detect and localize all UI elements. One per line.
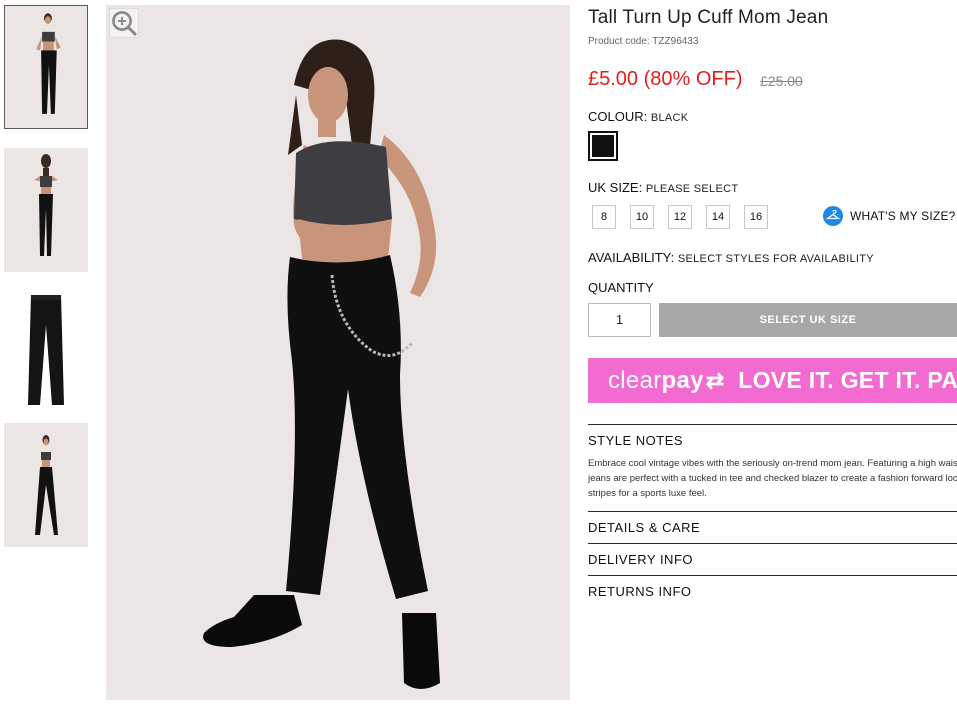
thumbnail-full[interactable] — [4, 423, 88, 547]
model-front-image — [5, 6, 87, 128]
clearpay-banner[interactable]: clearpay ⇄ LOVE IT. GET IT. PAY IT IN 4. — [588, 358, 957, 403]
returns-info-section[interactable]: RETURNS INFO — [588, 575, 957, 599]
style-notes-section: STYLE NOTES Embrace cool vintage vibes w… — [588, 424, 957, 501]
model-wearing-jeans-image — [106, 5, 570, 700]
colour-label: COLOUR: BLACK — [588, 109, 688, 124]
delivery-info-section[interactable]: DELIVERY INFO — [588, 543, 957, 567]
size-option-16[interactable]: 16 — [744, 205, 768, 229]
style-notes-body: Embrace cool vintage vibes with the seri… — [588, 456, 957, 501]
zoom-in-icon — [112, 11, 138, 37]
clearpay-logo-bold: pay — [661, 366, 704, 394]
style-notes-line: Embrace cool vintage vibes with the seri… — [588, 458, 957, 469]
details-care-heading[interactable]: DETAILS & CARE — [588, 512, 957, 535]
product-title: Tall Turn Up Cuff Mom Jean — [588, 7, 829, 28]
colour-swatch-black[interactable] — [588, 131, 618, 161]
details-care-section[interactable]: DETAILS & CARE — [588, 511, 957, 535]
product-code: Product code: TZZ96433 — [588, 36, 699, 47]
size-label: UK SIZE: PLEASE SELECT — [588, 180, 738, 195]
thumbnail-front[interactable] — [4, 5, 88, 129]
clearpay-tagline: LOVE IT. GET IT. PAY IT IN 4. — [738, 367, 957, 393]
select-size-button[interactable]: SELECT UK SIZE — [659, 303, 957, 337]
zoom-in-button[interactable] — [109, 8, 139, 38]
colour-value: BLACK — [650, 112, 689, 124]
style-notes-heading[interactable]: STYLE NOTES — [588, 425, 957, 448]
size-option-8[interactable]: 8 — [592, 205, 616, 229]
style-notes-line: stripes for a sports luxe feel. — [588, 488, 707, 499]
sale-price: £5.00 (80% OFF) — [588, 68, 743, 90]
whats-my-size-label: WHAT'S MY SIZE? — [850, 209, 956, 223]
jeans-product-image — [4, 290, 88, 414]
size-value: PLEASE SELECT — [645, 183, 739, 195]
style-notes-line: jeans are perfect with a tucked in tee a… — [588, 473, 957, 484]
quantity-input[interactable]: 1 — [588, 303, 651, 337]
size-option-14[interactable]: 14 — [706, 205, 730, 229]
model-full-image — [4, 423, 88, 547]
hanger-icon — [823, 206, 843, 226]
colour-label-text: COLOUR: — [588, 109, 648, 124]
swatch-fill — [592, 135, 614, 157]
availability-label: AVAILABILITY: SELECT STYLES FOR AVAILABI… — [588, 250, 874, 265]
thumbnail-back[interactable] — [4, 148, 88, 272]
clearpay-logo: clearpay — [608, 367, 704, 395]
product-info-panel: Tall Turn Up Cuff Mom Jean Product code:… — [588, 0, 957, 707]
size-option-12[interactable]: 12 — [668, 205, 692, 229]
availability-value: SELECT STYLES FOR AVAILABILITY — [677, 253, 874, 265]
main-product-image[interactable] — [106, 5, 570, 700]
thumbnail-product[interactable] — [4, 290, 88, 414]
model-back-image — [4, 148, 88, 272]
delivery-info-heading[interactable]: DELIVERY INFO — [588, 544, 957, 567]
original-price: £25.00 — [760, 73, 803, 89]
size-option-10[interactable]: 10 — [630, 205, 654, 229]
clearpay-logo-light: clear — [608, 366, 662, 394]
quantity-label: QUANTITY — [588, 280, 654, 295]
whats-my-size-link[interactable]: WHAT'S MY SIZE? — [823, 206, 956, 226]
clearpay-arrow-icon: ⇄ — [705, 367, 725, 393]
returns-info-heading[interactable]: RETURNS INFO — [588, 576, 957, 599]
size-label-text: UK SIZE: — [588, 180, 643, 195]
availability-label-text: AVAILABILITY: — [588, 250, 675, 265]
